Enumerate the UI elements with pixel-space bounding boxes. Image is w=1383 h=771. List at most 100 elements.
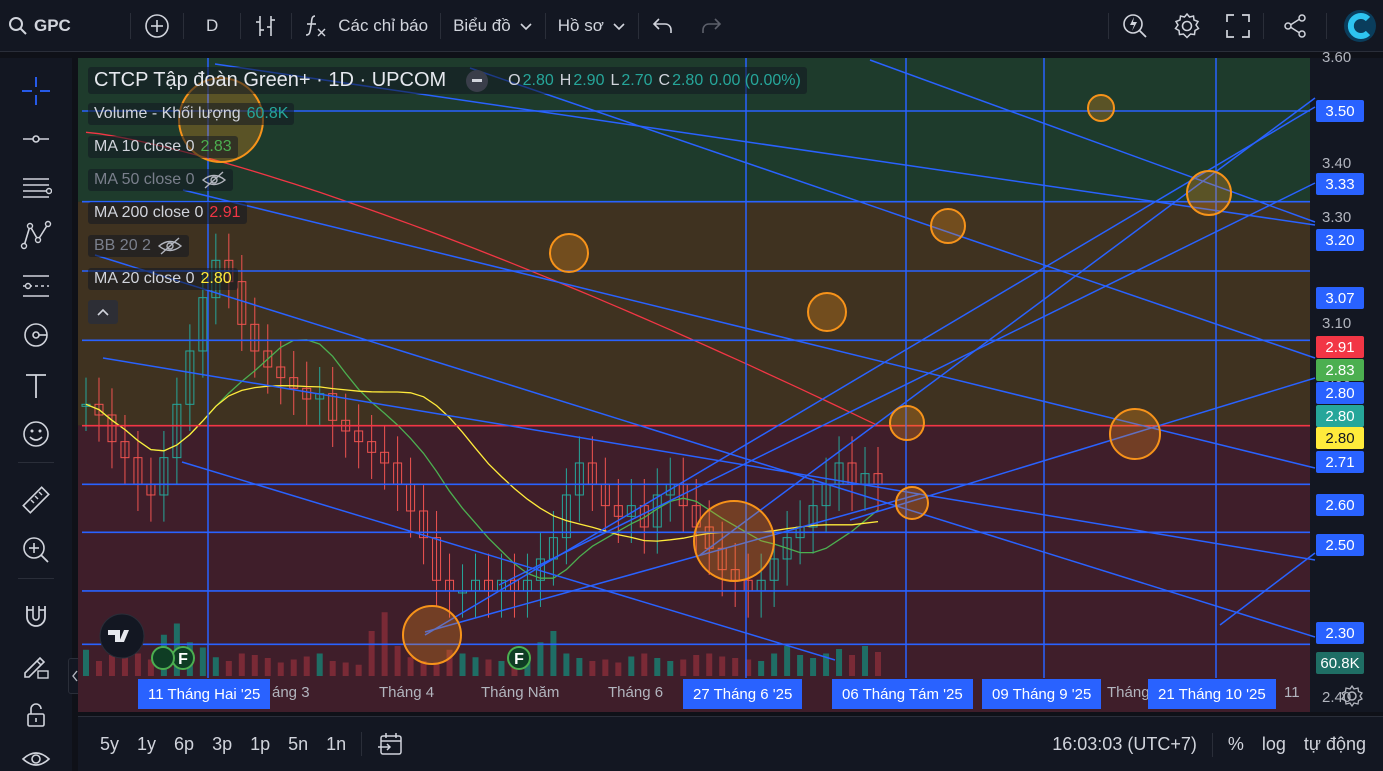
range-6m-button[interactable]: 6p [165, 734, 203, 755]
pattern-icon [20, 220, 52, 250]
quick-search-button[interactable] [1109, 0, 1161, 52]
ma10-label: MA 10 close 0 [94, 137, 195, 155]
shapes-tool[interactable] [0, 315, 72, 355]
chevron-up-icon [97, 308, 109, 316]
symbol-title[interactable]: CTCP Tập đoàn Green+ · 1D · UPCOM [94, 69, 446, 92]
auto-scale-toggle[interactable]: tự động [1295, 734, 1375, 755]
parallel-lines-icon [23, 178, 52, 198]
gear-icon [1341, 684, 1363, 708]
lock-drawings-tool[interactable] [0, 695, 72, 735]
highlight-circle [1109, 408, 1161, 460]
legend-volume-row[interactable]: Volume - Khối lượng 60.8K [88, 97, 807, 130]
emoji-tool[interactable] [0, 414, 72, 454]
drawing-mode-tool[interactable] [0, 645, 72, 685]
legend-ma20-row[interactable]: MA 20 close 0 2.80 [88, 262, 807, 295]
price-label-ma10: 2.83 [1316, 359, 1364, 381]
hide-drawings-tool[interactable] [0, 739, 72, 771]
time-tick: áng 3 [272, 684, 310, 701]
crosshair-icon [22, 77, 50, 105]
volume-bar [342, 662, 349, 676]
measure-tool[interactable] [0, 480, 72, 520]
chart-type-menu[interactable]: Biểu đồ [441, 0, 545, 52]
price-tick: 3.10 [1322, 315, 1352, 333]
volume-bar [537, 642, 544, 676]
symbol-search-button[interactable]: GPC [0, 0, 130, 52]
range-5d-button[interactable]: 5n [279, 734, 317, 755]
magnet-tool[interactable] [0, 596, 72, 636]
range-1d-button[interactable]: 1n [317, 734, 355, 755]
profile-menu[interactable]: Hồ sơ [546, 0, 638, 52]
collapse-indicators-button[interactable] [88, 299, 118, 324]
brand-logo-icon [1344, 10, 1376, 42]
axis-settings-button[interactable] [1340, 684, 1364, 708]
collapse-legend-icon[interactable] [466, 69, 489, 92]
range-5y-button[interactable]: 5y [78, 734, 128, 755]
volume-bar [238, 653, 245, 676]
hidden-eye-icon[interactable] [157, 236, 183, 255]
price-label-line: 2.80 [1316, 382, 1364, 404]
volume-bar [212, 657, 219, 676]
price-change: 0.00 (0.00%) [709, 71, 801, 89]
text-tool[interactable] [0, 366, 72, 406]
fullscreen-button[interactable] [1213, 0, 1263, 52]
ma200-value: 2.91 [209, 203, 241, 221]
clock-timezone[interactable]: 16:03:03 (UTC+7) [1043, 734, 1206, 755]
app-logo[interactable] [1337, 3, 1383, 49]
ma50-label: MA 50 close 0 [94, 170, 195, 188]
legend-ma50-row[interactable]: MA 50 close 0 [88, 163, 807, 196]
volume-bar [472, 657, 479, 676]
time-label-highlight: 06 Tháng Tám '25 [832, 679, 973, 709]
volume-bar [225, 661, 232, 676]
volume-bar [316, 653, 323, 676]
volume-bar [563, 653, 570, 676]
go-to-date-button[interactable] [368, 730, 414, 758]
legend-ma200-row[interactable]: MA 200 close 0 2.91 [88, 196, 807, 229]
pattern-tool[interactable] [0, 216, 72, 256]
range-1m-button[interactable]: 1p [241, 734, 279, 755]
settings-button[interactable] [1161, 0, 1213, 52]
range-1y-button[interactable]: 1y [128, 734, 165, 755]
zoom-in-tool[interactable] [0, 530, 72, 570]
range-3m-button[interactable]: 3p [203, 734, 241, 755]
legend-ma10-row[interactable]: MA 10 close 0 2.83 [88, 130, 807, 163]
indicators-button[interactable]: Các chỉ báo [292, 0, 440, 52]
hidden-eye-icon[interactable] [201, 170, 227, 189]
forecast-tool[interactable] [0, 266, 72, 306]
horizontal-lines-tool[interactable] [0, 168, 72, 208]
trend-line-tool[interactable] [0, 119, 72, 159]
time-label-highlight: 11 Tháng Hai '25 [138, 679, 271, 709]
chevron-down-icon [520, 22, 532, 30]
price-label-line: 2.60 [1316, 494, 1364, 516]
chart-legend: CTCP Tập đoàn Green+ · 1D · UPCOM O 2.80 … [88, 64, 807, 328]
volume-bar [589, 661, 596, 676]
price-label-close: 2.80 [1316, 405, 1364, 427]
toolbar-right-group [1108, 0, 1383, 52]
chart-type-label: Biểu đồ [453, 15, 511, 35]
log-scale-toggle[interactable]: log [1253, 734, 1295, 755]
volume-bar [810, 658, 817, 676]
legend-main-row: CTCP Tập đoàn Green+ · 1D · UPCOM O 2.80 … [88, 64, 807, 97]
redo-button[interactable] [687, 0, 735, 52]
volume-bar [329, 661, 336, 676]
text-icon [26, 374, 46, 398]
legend-bb-row[interactable]: BB 20 2 [88, 229, 807, 262]
highlight-circle [930, 208, 966, 244]
bar-style-button[interactable] [241, 0, 291, 52]
event-marker-label: F [514, 651, 524, 668]
interval-button[interactable]: D [184, 0, 240, 52]
share-button[interactable] [1264, 0, 1326, 52]
volume-bar [251, 655, 258, 676]
crosshair-tool[interactable] [0, 71, 72, 111]
percent-scale-toggle[interactable]: % [1219, 734, 1253, 755]
volume-bar [108, 655, 115, 676]
undo-button[interactable] [639, 0, 687, 52]
time-tick: Tháng Năm [481, 684, 560, 701]
ohlc-high-value: 2.90 [573, 71, 605, 89]
volume-bar [394, 646, 401, 676]
volume-value: 60.8K [246, 104, 289, 122]
function-icon [306, 14, 326, 36]
volume-bar [459, 653, 466, 676]
compare-symbol-button[interactable] [131, 0, 183, 52]
volume-bar [95, 661, 102, 676]
volume-bar [758, 661, 765, 676]
